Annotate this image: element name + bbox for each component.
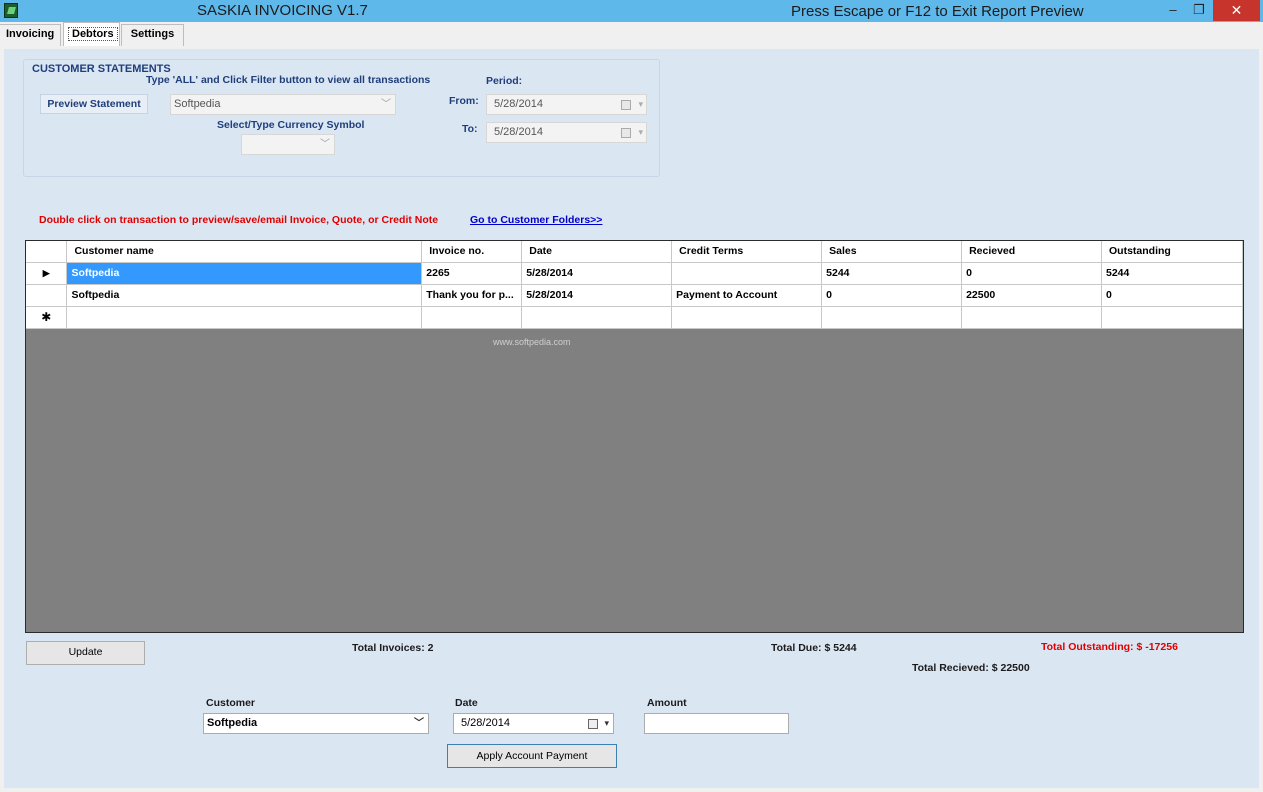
payment-customer-value: Softpedia xyxy=(207,717,258,729)
to-label: To: xyxy=(462,123,478,135)
chevron-down-icon: ﹀ xyxy=(414,718,424,729)
watermark: www.softpedia.com xyxy=(493,337,571,347)
chevron-down-icon: ﹀ xyxy=(381,99,391,110)
table-cell[interactable]: 5244 xyxy=(1101,262,1243,285)
total-invoices: Total Invoices: 2 xyxy=(352,642,434,654)
chevron-down-icon: ▾ xyxy=(638,127,643,137)
calendar-icon xyxy=(588,719,598,729)
transactions-table: Customer name Invoice no. Date Credit Te… xyxy=(26,241,1243,329)
to-date-picker[interactable]: 5/28/2014 ▾ xyxy=(486,122,647,143)
customer-folders-link[interactable]: Go to Customer Folders>> xyxy=(470,214,602,226)
payment-amount-input[interactable] xyxy=(644,713,789,734)
filter-instruction: Type 'ALL' and Click Filter button to vi… xyxy=(146,74,431,86)
table-cell[interactable]: 0 xyxy=(961,262,1102,285)
table-cell[interactable] xyxy=(521,306,673,329)
table-cell[interactable]: 5244 xyxy=(821,262,963,285)
corner-cell xyxy=(26,241,68,263)
column-header[interactable]: Date xyxy=(521,241,673,263)
from-date-value: 5/28/2014 xyxy=(494,98,543,110)
table-cell[interactable] xyxy=(821,306,963,329)
table-cell[interactable]: 2265 xyxy=(421,262,523,285)
update-button[interactable]: Update xyxy=(26,641,145,665)
table-cell[interactable] xyxy=(421,306,523,329)
new-row-icon[interactable]: ✱ xyxy=(26,306,68,329)
total-due: Total Due: $ 5244 xyxy=(771,642,857,654)
tab-debtors-label: Debtors xyxy=(68,27,118,41)
minimize-button[interactable]: – xyxy=(1160,0,1186,21)
tab-strip: Invoicing Debtors Settings xyxy=(0,22,1263,46)
table-cell[interactable]: 5/28/2014 xyxy=(521,284,673,307)
app-logo-icon xyxy=(4,3,18,18)
from-date-picker[interactable]: 5/28/2014 ▾ xyxy=(486,94,647,115)
payment-amount-label: Amount xyxy=(647,697,687,709)
tab-settings[interactable]: Settings xyxy=(121,24,184,46)
table-row[interactable]: Softpedia Thank you for p... 5/28/2014 P… xyxy=(26,284,1243,307)
table-cell[interactable]: Softpedia xyxy=(66,284,423,307)
column-header[interactable]: Customer name xyxy=(66,241,423,263)
preview-statement-button[interactable]: Preview Statement xyxy=(40,94,148,114)
table-cell[interactable] xyxy=(961,306,1102,329)
table-cell[interactable] xyxy=(671,306,823,329)
close-button[interactable]: ✕ xyxy=(1213,0,1260,21)
table-cell[interactable]: 0 xyxy=(1101,284,1243,307)
total-received: Total Recieved: $ 22500 xyxy=(912,662,1030,674)
chevron-down-icon: ▾ xyxy=(604,718,609,728)
table-cell[interactable]: Softpedia xyxy=(66,262,423,285)
customer-filter-combo[interactable]: Softpedia ﹀ xyxy=(170,94,396,115)
tab-debtors[interactable]: Debtors xyxy=(63,22,120,46)
debtors-panel: CUSTOMER STATEMENTS Type 'ALL' and Click… xyxy=(4,49,1259,788)
calendar-icon xyxy=(621,128,631,138)
table-cell[interactable]: 5/28/2014 xyxy=(521,262,673,285)
to-date-value: 5/28/2014 xyxy=(494,126,543,138)
column-header[interactable]: Recieved xyxy=(961,241,1102,263)
transactions-grid[interactable]: Customer name Invoice no. Date Credit Te… xyxy=(25,240,1244,633)
apply-account-payment-button[interactable]: Apply Account Payment xyxy=(447,744,617,768)
row-header[interactable] xyxy=(26,284,68,307)
table-cell[interactable] xyxy=(671,262,823,285)
tab-invoicing[interactable]: Invoicing xyxy=(0,24,62,46)
customer-filter-value: Softpedia xyxy=(174,98,221,110)
calendar-icon xyxy=(621,100,631,110)
currency-label: Select/Type Currency Symbol xyxy=(217,119,365,131)
client-area: Invoicing Debtors Settings CUSTOMER STAT… xyxy=(0,22,1263,792)
column-header[interactable]: Invoice no. xyxy=(421,241,523,263)
transaction-hint: Double click on transaction to preview/s… xyxy=(39,214,439,226)
table-row[interactable]: ▶ Softpedia 2265 5/28/2014 5244 0 5244 xyxy=(26,262,1243,285)
window-title: SASKIA INVOICING V1.7 xyxy=(197,2,368,19)
maximize-button[interactable]: ❐ xyxy=(1186,0,1212,21)
table-cell[interactable] xyxy=(1101,306,1243,329)
chevron-down-icon: ▾ xyxy=(638,99,643,109)
currency-combo[interactable]: ﹀ xyxy=(241,134,335,155)
period-label: Period: xyxy=(486,75,523,87)
table-header-row: Customer name Invoice no. Date Credit Te… xyxy=(26,241,1243,263)
total-outstanding: Total Outstanding: $ -17256 xyxy=(1041,641,1178,653)
payment-customer-label: Customer xyxy=(206,697,256,709)
table-cell[interactable] xyxy=(66,306,423,329)
customer-statements-group: CUSTOMER STATEMENTS Type 'ALL' and Click… xyxy=(23,59,660,177)
payment-date-value: 5/28/2014 xyxy=(461,717,510,729)
title-bar: SASKIA INVOICING V1.7 Press Escape or F1… xyxy=(0,0,1263,22)
table-cell[interactable]: Payment to Account xyxy=(671,284,823,307)
chevron-down-icon: ﹀ xyxy=(320,139,330,150)
table-cell[interactable]: 0 xyxy=(821,284,963,307)
from-label: From: xyxy=(449,95,479,107)
payment-customer-combo[interactable]: Softpedia ﹀ xyxy=(203,713,429,734)
exit-hint: Press Escape or F12 to Exit Report Previ… xyxy=(791,3,1084,20)
current-row-icon[interactable]: ▶ xyxy=(26,262,68,285)
table-cell[interactable]: Thank you for p... xyxy=(421,284,523,307)
column-header[interactable]: Sales xyxy=(821,241,963,263)
column-header[interactable]: Credit Terms xyxy=(671,241,823,263)
column-header[interactable]: Outstanding xyxy=(1101,241,1243,263)
table-cell[interactable]: 22500 xyxy=(961,284,1102,307)
payment-date-label: Date xyxy=(455,697,478,709)
new-row[interactable]: ✱ xyxy=(26,306,1243,329)
payment-date-picker[interactable]: 5/28/2014 ▾ xyxy=(453,713,614,734)
